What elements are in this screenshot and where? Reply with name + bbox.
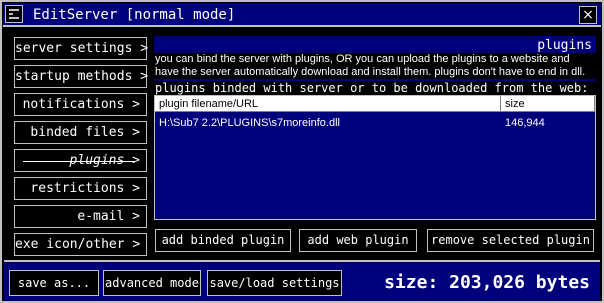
footer-bar: save as... advanced mode save/load setti… (4, 260, 600, 301)
active-strike-line (23, 161, 135, 162)
save-as-button[interactable]: save as... (9, 270, 99, 296)
nav-email[interactable]: e-mail > (14, 205, 147, 228)
panel-description: you can bind the server with plugins, OR… (154, 53, 596, 79)
nav-plugins[interactable]: plugins > (14, 149, 147, 172)
list-heading: plugins binded with server or to be down… (154, 81, 596, 95)
add-binded-plugin-button[interactable]: add binded plugin (155, 229, 291, 252)
nav-notifications[interactable]: notifications > (14, 93, 147, 116)
nav-server-settings[interactable]: server settings > (14, 37, 148, 60)
list-item-size[interactable]: 146,944 (505, 116, 545, 130)
column-header-filename[interactable]: plugin filename/URL (155, 96, 501, 112)
close-button[interactable]: × (579, 6, 597, 24)
save-load-settings-button[interactable]: save/load settings (207, 270, 342, 296)
panel-heading: plugins (537, 38, 592, 53)
plugins-panel: plugins you can bind the server with plu… (154, 36, 596, 220)
nav-exe-icon-other[interactable]: exe icon/other > (14, 233, 147, 256)
add-web-plugin-button[interactable]: add web plugin (299, 229, 417, 252)
plugins-list[interactable]: plugin filename/URL size H:\Sub7 2.2\PLU… (154, 95, 596, 220)
nav-startup-methods[interactable]: startup methods > (14, 65, 148, 88)
window-title: EditServer [normal mode] (33, 7, 236, 23)
editserver-window: EditServer [normal mode] × server settin… (0, 0, 604, 303)
system-menu-icon[interactable] (5, 5, 23, 23)
title-bar[interactable]: EditServer [normal mode] × (3, 3, 601, 27)
nav-binded-files[interactable]: binded files > (14, 121, 147, 144)
column-header-size[interactable]: size (501, 96, 595, 112)
server-size-readout: size: 203,026 bytes (384, 272, 590, 293)
list-item-filename[interactable]: H:\Sub7 2.2\PLUGINS\s7moreinfo.dll (159, 116, 340, 130)
nav-restrictions[interactable]: restrictions > (14, 177, 147, 200)
remove-selected-plugin-button[interactable]: remove selected plugin (427, 229, 594, 252)
advanced-mode-button[interactable]: advanced mode (103, 270, 201, 296)
